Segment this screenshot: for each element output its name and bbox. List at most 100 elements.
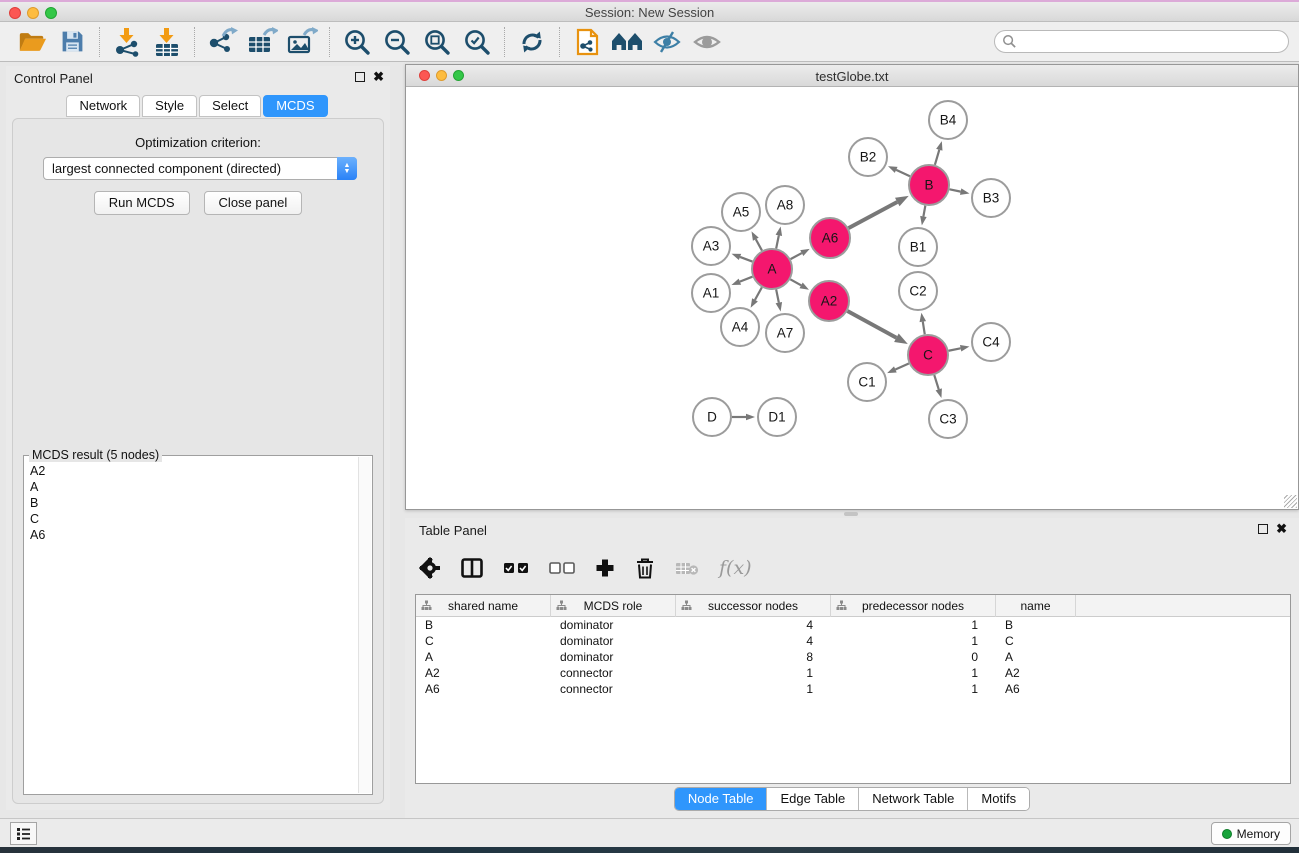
graph-edge-C-C4[interactable]	[949, 345, 970, 351]
tab-select[interactable]: Select	[199, 95, 261, 117]
function-builder-button[interactable]: f(x)	[719, 557, 752, 579]
graph-node-A[interactable]: A	[752, 249, 792, 289]
deselect-all-button[interactable]	[549, 562, 575, 574]
graph-node-C3[interactable]: C3	[929, 400, 967, 438]
graph-edge-A-A2[interactable]	[790, 279, 809, 289]
delete-row-button[interactable]	[635, 557, 655, 579]
refresh-view-button[interactable]	[512, 25, 552, 59]
close-panel-icon[interactable]: ✖	[1276, 523, 1287, 535]
column-header-mcds-role[interactable]: MCDS role	[551, 595, 676, 617]
table-settings-button[interactable]	[419, 557, 441, 579]
column-header-name[interactable]: name	[996, 595, 1076, 617]
graph-node-D1[interactable]: D1	[758, 398, 796, 436]
zoom-out-button[interactable]	[377, 25, 417, 59]
tab-network[interactable]: Network	[66, 95, 140, 117]
task-history-button[interactable]	[10, 822, 37, 845]
float-panel-icon[interactable]	[355, 72, 365, 82]
result-item[interactable]: A	[30, 479, 351, 495]
network-canvas[interactable]: B4B2BB3A8A5A6A3B1AC2A1A2A4A7C4CC1DD1C3	[406, 87, 1298, 509]
graph-node-A2[interactable]: A2	[809, 281, 849, 321]
cell-mcds-role[interactable]: connector	[551, 665, 676, 681]
tab-network-table[interactable]: Network Table	[859, 788, 968, 810]
cell-successor-nodes[interactable]: 1	[676, 681, 831, 697]
export-table-button[interactable]	[242, 25, 282, 59]
graph-edge-D-D1[interactable]	[732, 414, 755, 421]
cell-shared-name[interactable]: A6	[416, 681, 551, 697]
tab-node-table[interactable]: Node Table	[675, 788, 768, 810]
graph-node-A6[interactable]: A6	[810, 218, 850, 258]
graph-edge-A-A6[interactable]	[791, 249, 810, 259]
tab-motifs[interactable]: Motifs	[968, 788, 1029, 810]
cell-predecessor-nodes[interactable]: 1	[831, 617, 996, 633]
graph-edge-A6-B[interactable]	[849, 196, 909, 228]
cell-name[interactable]: A2	[996, 665, 1076, 681]
graph-edge-B-B2[interactable]	[888, 166, 910, 176]
cell-successor-nodes[interactable]: 4	[676, 633, 831, 649]
close-panel-icon[interactable]: ✖	[373, 71, 384, 83]
graph-edge-A-A7[interactable]	[776, 290, 782, 312]
table-row[interactable]: Cdominator41C	[416, 633, 1290, 649]
float-panel-icon[interactable]	[1258, 524, 1268, 534]
cell-predecessor-nodes[interactable]: 1	[831, 681, 996, 697]
cell-predecessor-nodes[interactable]: 0	[831, 649, 996, 665]
graph-edge-C-C1[interactable]	[887, 363, 909, 373]
search-input[interactable]	[1021, 33, 1288, 51]
overview-home-button[interactable]	[607, 25, 647, 59]
table-row[interactable]: Adominator80A	[416, 649, 1290, 665]
graph-node-D[interactable]: D	[693, 398, 731, 436]
cell-mcds-role[interactable]: dominator	[551, 633, 676, 649]
graph-edge-A-A3[interactable]	[732, 254, 753, 262]
add-row-button[interactable]	[595, 558, 615, 578]
graph-node-B1[interactable]: B1	[899, 228, 937, 266]
import-table-button[interactable]	[147, 25, 187, 59]
show-column-button[interactable]	[461, 558, 483, 578]
table-row[interactable]: A2connector11A2	[416, 665, 1290, 681]
column-header-shared-name[interactable]: shared name	[416, 595, 551, 617]
hide-graphics-details-button[interactable]	[647, 25, 687, 59]
cell-successor-nodes[interactable]: 1	[676, 665, 831, 681]
export-image-button[interactable]	[282, 25, 322, 59]
column-header-predecessor-nodes[interactable]: predecessor nodes	[831, 595, 996, 617]
open-session-button[interactable]	[12, 25, 52, 59]
cell-successor-nodes[interactable]: 8	[676, 649, 831, 665]
import-network-button[interactable]	[107, 25, 147, 59]
graph-node-A5[interactable]: A5	[722, 193, 760, 231]
table-row[interactable]: A6connector11A6	[416, 681, 1290, 697]
cell-shared-name[interactable]: B	[416, 617, 551, 633]
search-box[interactable]	[994, 30, 1289, 53]
graph-node-B3[interactable]: B3	[972, 179, 1010, 217]
result-item[interactable]: A6	[30, 527, 351, 543]
tab-mcds[interactable]: MCDS	[263, 95, 327, 117]
zoom-in-button[interactable]	[337, 25, 377, 59]
graph-node-B[interactable]: B	[909, 165, 949, 205]
memory-button[interactable]: Memory	[1211, 822, 1291, 845]
run-mcds-button[interactable]: Run MCDS	[94, 191, 190, 215]
cell-name[interactable]: A	[996, 649, 1076, 665]
graph-edge-A-A1[interactable]	[731, 277, 752, 285]
column-header-successor-nodes[interactable]: successor nodes	[676, 595, 831, 617]
splitter-handle[interactable]	[844, 512, 858, 516]
table-row[interactable]: Bdominator41B	[416, 617, 1290, 633]
result-item[interactable]: C	[30, 511, 351, 527]
resize-grip-icon[interactable]	[1284, 495, 1297, 508]
delete-table-button[interactable]	[675, 561, 699, 576]
tab-style[interactable]: Style	[142, 95, 197, 117]
graph-node-A3[interactable]: A3	[692, 227, 730, 265]
cell-shared-name[interactable]: A2	[416, 665, 551, 681]
graph-node-B2[interactable]: B2	[849, 138, 887, 176]
graph-edge-B-B1[interactable]	[920, 206, 926, 226]
node-table[interactable]: shared nameMCDS rolesuccessor nodesprede…	[415, 594, 1291, 784]
graph-node-A4[interactable]: A4	[721, 308, 759, 346]
cell-name[interactable]: B	[996, 617, 1076, 633]
mcds-result-list[interactable]: A2ABCA6	[24, 459, 357, 792]
graph-node-A7[interactable]: A7	[766, 314, 804, 352]
graph-edge-A-A4[interactable]	[751, 287, 762, 307]
graph-edge-A-A8[interactable]	[776, 227, 782, 249]
close-panel-button[interactable]: Close panel	[204, 191, 303, 215]
cell-shared-name[interactable]: A	[416, 649, 551, 665]
cell-shared-name[interactable]: C	[416, 633, 551, 649]
export-network-button[interactable]	[202, 25, 242, 59]
graph-edge-B-B4[interactable]	[935, 141, 943, 165]
select-all-button[interactable]	[503, 562, 529, 574]
show-graphics-details-button[interactable]	[687, 25, 727, 59]
